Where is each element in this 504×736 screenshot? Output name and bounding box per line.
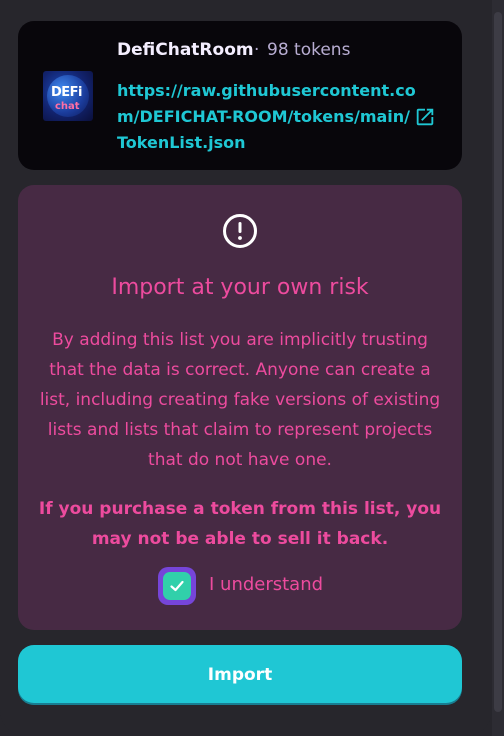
list-url-link[interactable]: https://raw.githubusercontent.com/DEFICH… [117, 78, 417, 156]
checkbox-fill [163, 572, 191, 600]
list-name: DefiChatRoom [117, 40, 254, 60]
open-new-icon[interactable] [414, 106, 436, 128]
token-count: 98 tokens [267, 40, 351, 60]
alert-circle-icon [223, 214, 257, 248]
scrollbar-thumb[interactable] [494, 12, 502, 712]
risk-warning-panel: Import at your own risk By adding this l… [18, 185, 462, 630]
check-icon [170, 580, 184, 592]
understand-label[interactable]: I understand [209, 574, 323, 595]
scrollbar-track[interactable] [492, 0, 504, 736]
logo-text-bottom: chat [55, 101, 80, 112]
token-list-card: DEFi chat DefiChatRoom · 98 tokens https… [18, 21, 462, 170]
warning-strong-text: If you purchase a token from this list, … [38, 499, 442, 549]
understand-checkbox-row[interactable]: I understand [158, 567, 378, 605]
import-button[interactable]: Import [18, 645, 462, 705]
warning-title: Import at your own risk [111, 275, 369, 300]
separator-dot: · [254, 40, 260, 60]
list-logo: DEFi chat [43, 71, 93, 121]
understand-checkbox[interactable] [158, 567, 196, 605]
import-list-modal: DEFi chat DefiChatRoom · 98 tokens https… [0, 0, 492, 736]
logo-text-top: DEFi [51, 85, 83, 100]
warning-body: By adding this list you are implicitly t… [39, 330, 441, 470]
